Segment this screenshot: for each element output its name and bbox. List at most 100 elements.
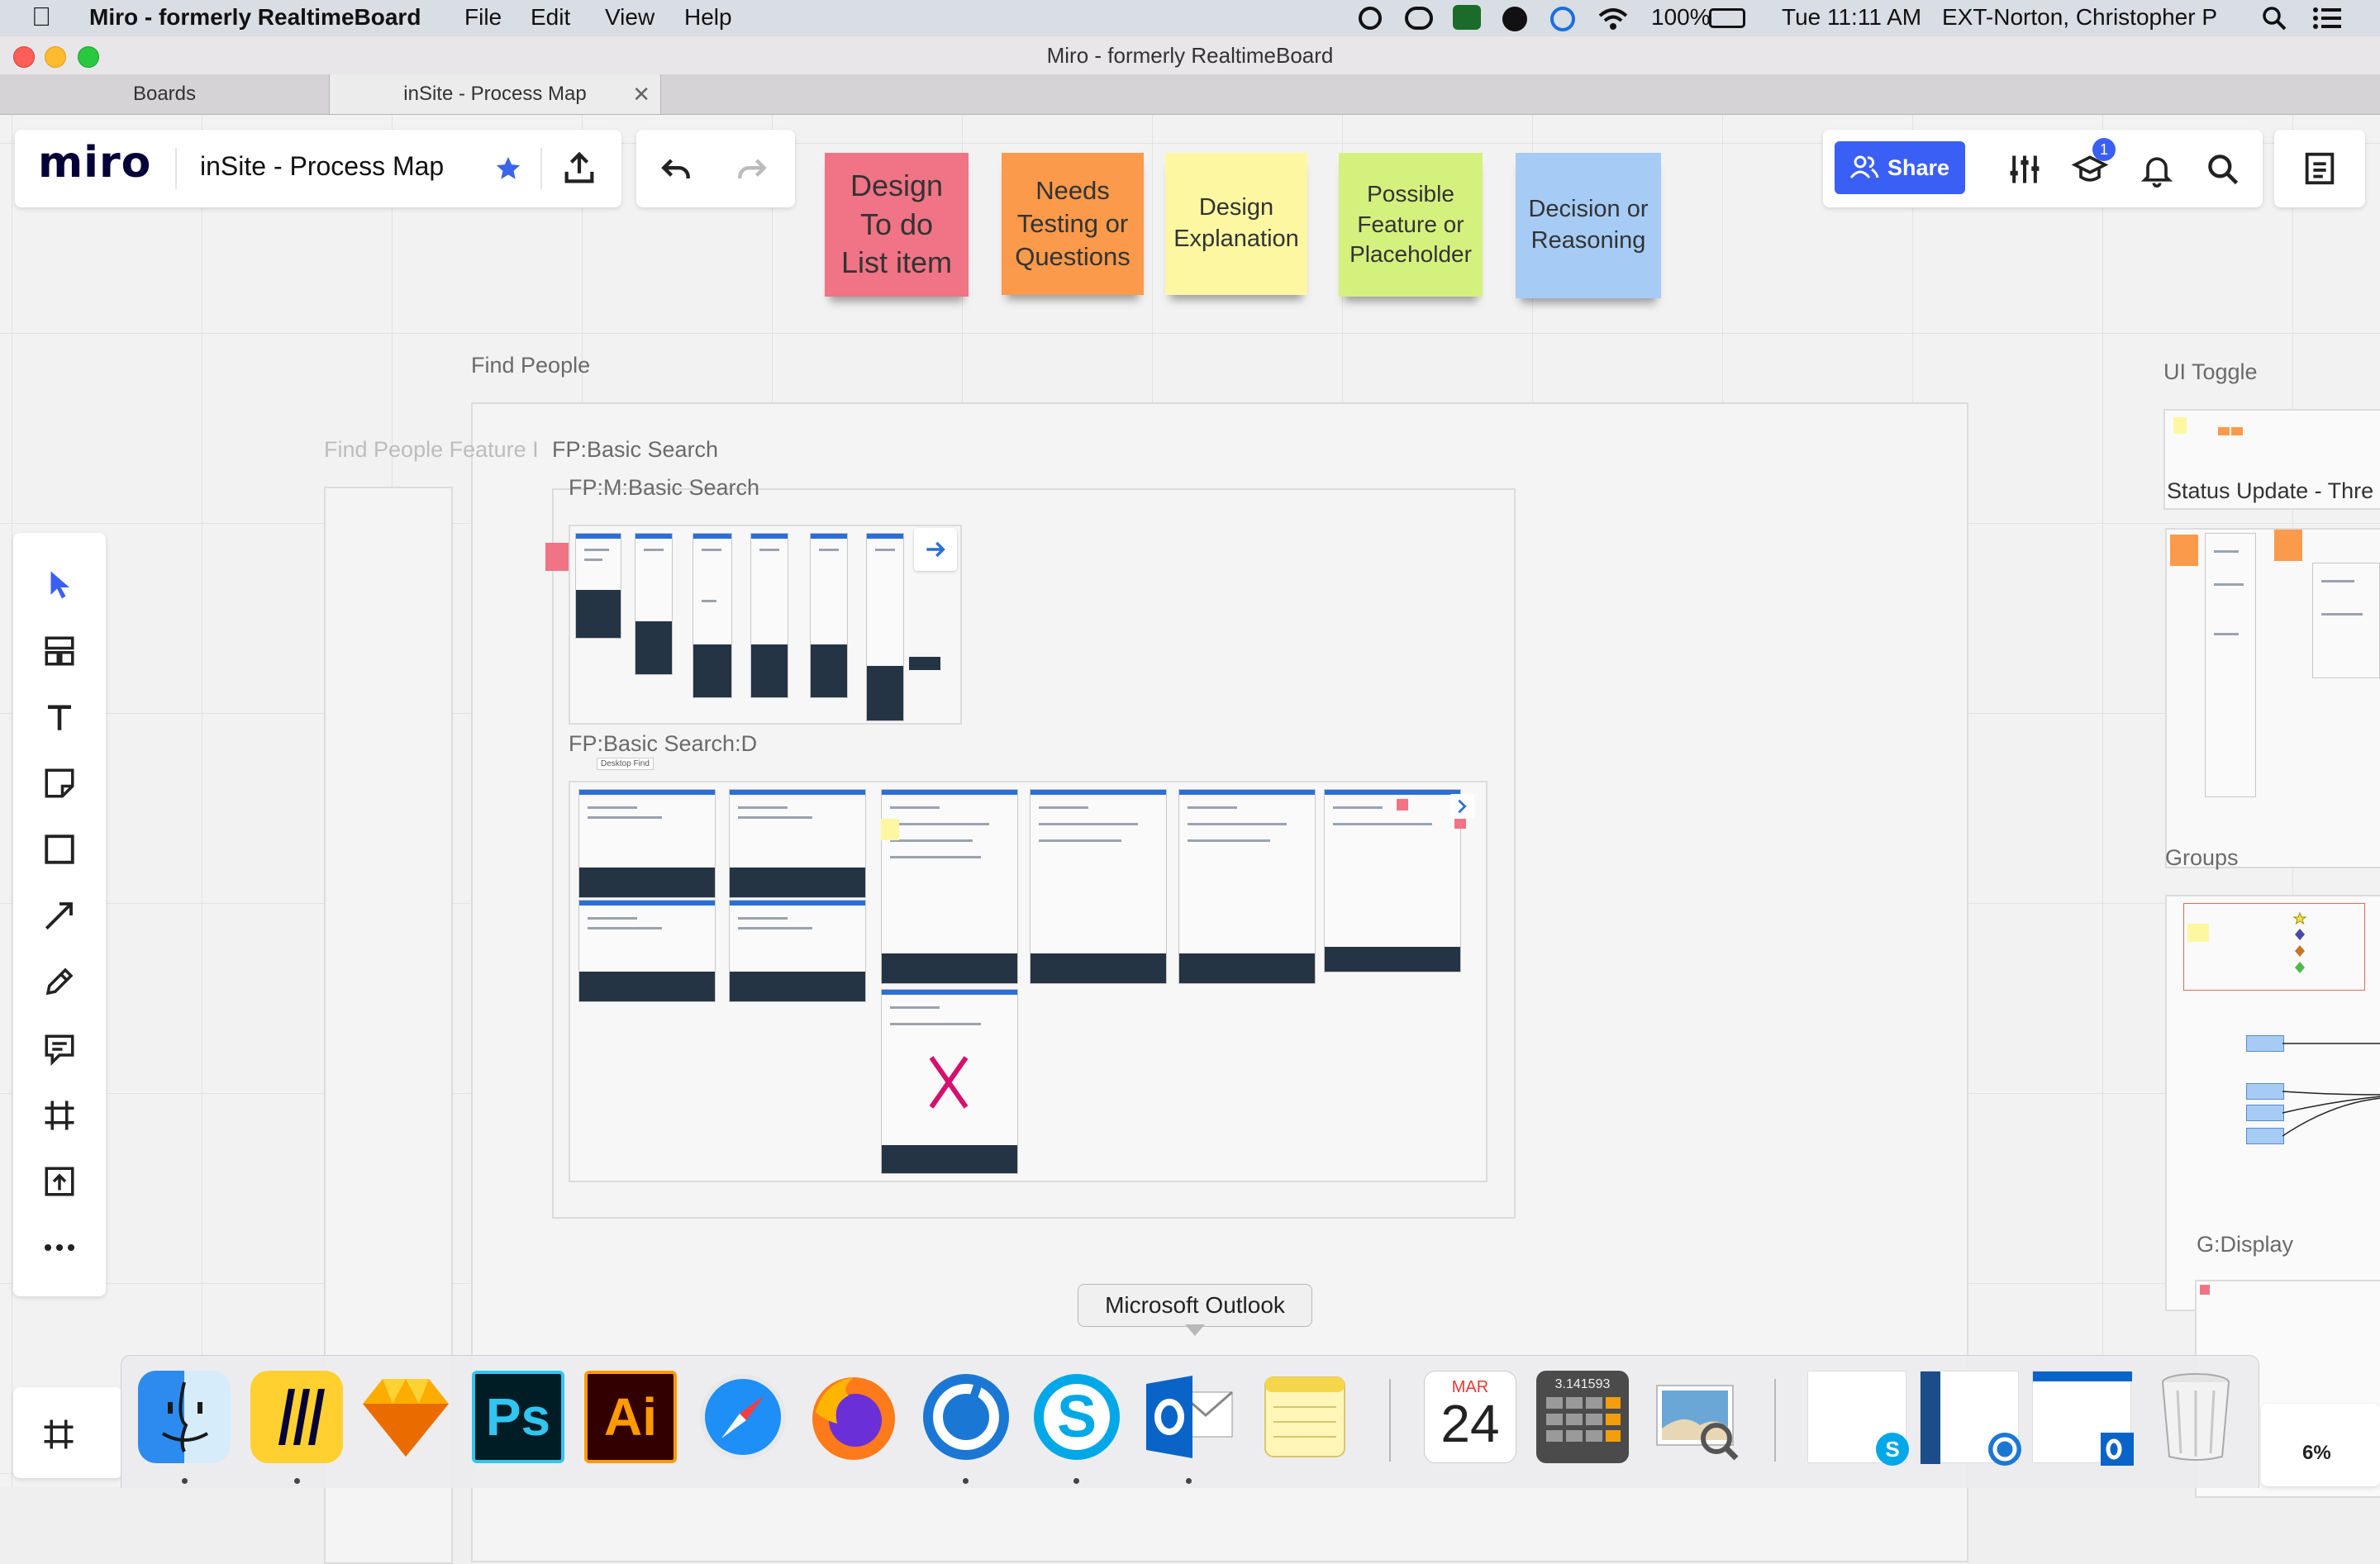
sticky-note[interactable]: Design To do List item — [825, 153, 969, 297]
mini-sticky[interactable] — [545, 543, 569, 571]
bell-icon[interactable] — [2139, 151, 2175, 188]
vpn-icon[interactable] — [1550, 7, 1575, 31]
select-tool[interactable] — [13, 556, 106, 614]
export-upload-icon[interactable] — [560, 150, 598, 188]
desktop-screen-thumbnail[interactable] — [578, 900, 716, 1002]
templates-tool[interactable] — [13, 622, 106, 680]
frame-title-fp-basic-search[interactable]: FP:Basic Search — [552, 437, 718, 463]
mattermost-icon[interactable] — [920, 1371, 1012, 1463]
status-sync-icon[interactable] — [1359, 7, 1382, 30]
tab-close-icon[interactable]: ✕ — [632, 74, 650, 114]
frame-title-fp-basic-search-d[interactable]: FP:Basic Search:D — [569, 731, 757, 757]
mini-sticky[interactable] — [1454, 817, 1466, 829]
next-arrow-button[interactable] — [914, 528, 957, 571]
frame-title-fp-m-basic-search[interactable]: FP:M:Basic Search — [569, 475, 759, 501]
comment-tool[interactable] — [13, 1020, 106, 1078]
menubar-app-name[interactable]: Miro - formerly RealtimeBoard — [89, 4, 421, 31]
battery-icon[interactable] — [1709, 8, 1745, 28]
group-node[interactable] — [2246, 1105, 2284, 1121]
mini-sticky[interactable] — [1397, 799, 1408, 811]
zoom-level[interactable]: 6% — [2302, 1442, 2331, 1465]
menubar-clock[interactable]: Tue 11:11 AM — [1782, 4, 1921, 31]
pen-tool[interactable] — [13, 953, 106, 1010]
calendar-icon[interactable]: MAR 24 — [1424, 1371, 1516, 1463]
settings-sliders-icon[interactable] — [2006, 151, 2043, 188]
pulse-icon[interactable] — [1502, 7, 1527, 31]
photoshop-icon[interactable]: Ps — [472, 1371, 564, 1463]
mobile-screen-thumbnail[interactable] — [866, 533, 904, 721]
desktop-find-label[interactable]: Desktop Find — [597, 758, 654, 770]
apple-icon[interactable]:  — [31, 2, 51, 32]
menu-file[interactable]: File — [464, 4, 502, 31]
preview-icon[interactable] — [1650, 1371, 1743, 1463]
frame-title-find-people-feature[interactable]: Find People Feature I — [324, 437, 539, 463]
more-tools-button[interactable] — [13, 1219, 106, 1276]
frame-title-ui-toggle[interactable]: UI Toggle — [2163, 359, 2258, 385]
notification-center-icon[interactable] — [2312, 7, 2342, 30]
mobile-screen-thumbnail[interactable] — [810, 533, 848, 698]
upload-tool[interactable] — [13, 1153, 106, 1210]
desktop-screen-thumbnail[interactable] — [729, 900, 866, 1002]
board-name[interactable]: inSite - Process Map — [200, 151, 444, 182]
redo-icon[interactable] — [734, 151, 770, 188]
sticky-note-tool[interactable] — [13, 754, 106, 812]
board-canvas[interactable]: miro inSite - Process Map Design To do L… — [0, 115, 2380, 1564]
text-tool[interactable] — [13, 688, 106, 746]
document-thumbnail[interactable] — [2205, 533, 2256, 797]
finder-icon[interactable] — [138, 1371, 231, 1463]
shape-tool[interactable] — [13, 820, 106, 878]
sticky-note[interactable]: Decision or Reasoning — [1516, 153, 1661, 298]
connection-line-tool[interactable] — [13, 887, 106, 944]
mini-sticky[interactable] — [2274, 530, 2302, 561]
next-arrow-button[interactable] — [1449, 794, 1474, 819]
frame-title-status-update[interactable]: Status Update - Thre — [2167, 478, 2373, 504]
frame-status-update[interactable] — [2165, 528, 2380, 868]
mini-sticky[interactable] — [2173, 417, 2187, 434]
frame-title-groups[interactable]: Groups — [2165, 845, 2239, 871]
sticky-note[interactable]: Needs Testing or Questions — [1002, 153, 1144, 295]
group-node[interactable] — [2246, 1035, 2284, 1052]
mini-sticky[interactable] — [2200, 1285, 2210, 1295]
outlook-icon[interactable] — [1143, 1371, 1235, 1463]
notes-icon[interactable] — [1259, 1371, 1351, 1463]
frame-fp-basic-search-d[interactable] — [569, 781, 1488, 1182]
desktop-screen-thumbnail[interactable] — [729, 789, 866, 898]
mini-sticky[interactable] — [2231, 427, 2243, 435]
frame-tool[interactable] — [13, 1086, 106, 1144]
mini-sticky[interactable] — [881, 819, 899, 840]
menu-view[interactable]: View — [605, 4, 654, 31]
undo-icon[interactable] — [658, 151, 694, 188]
creative-cloud-icon[interactable] — [1405, 7, 1433, 30]
mini-sticky[interactable] — [2218, 427, 2230, 435]
miro-logo[interactable]: miro — [38, 138, 151, 188]
share-button[interactable]: Share — [1835, 141, 1965, 194]
frame-title-find-people[interactable]: Find People — [471, 353, 590, 378]
illustrator-icon[interactable]: Ai — [584, 1371, 677, 1463]
malwarebytes-icon[interactable] — [1453, 5, 1481, 30]
mini-sticky[interactable] — [2187, 924, 2209, 942]
wifi-icon[interactable] — [1597, 7, 1630, 31]
minimized-window-thumbnail[interactable] — [1920, 1371, 2021, 1466]
desktop-screen-thumbnail[interactable] — [1030, 789, 1167, 984]
frame-fp-m-basic-search[interactable] — [545, 525, 962, 725]
trash-icon[interactable] — [2149, 1371, 2242, 1463]
mobile-screen-thumbnail[interactable] — [635, 533, 673, 675]
minimized-window-thumbnail[interactable] — [2032, 1371, 2134, 1466]
minimized-window-thumbnail[interactable]: S — [1807, 1371, 1909, 1466]
star-icon[interactable] — [494, 154, 522, 183]
document-thumbnail[interactable] — [2312, 563, 2380, 678]
desktop-screen-thumbnail[interactable] — [1178, 789, 1316, 984]
group-node[interactable] — [2246, 1128, 2284, 1144]
group-node[interactable] — [2246, 1083, 2284, 1100]
desktop-screen-thumbnail[interactable] — [578, 789, 716, 898]
sketch-icon[interactable] — [359, 1371, 452, 1463]
search-icon[interactable] — [2205, 151, 2241, 188]
menu-help[interactable]: Help — [684, 4, 732, 31]
miro-app-icon[interactable] — [250, 1371, 343, 1463]
tab-boards[interactable]: Boards — [0, 74, 330, 114]
sticky-note[interactable]: Possible Feature or Placeholder — [1339, 153, 1483, 297]
mobile-screen-thumbnail[interactable] — [693, 533, 732, 698]
mobile-screen-thumbnail[interactable] — [750, 533, 788, 698]
sticky-note[interactable]: Design Explanation — [1165, 153, 1307, 295]
spotlight-search-icon[interactable] — [2261, 5, 2287, 31]
